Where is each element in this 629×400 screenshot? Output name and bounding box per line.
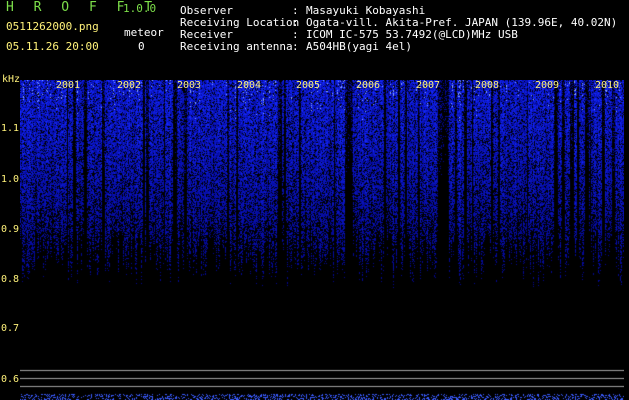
- y-tick-label: 0.6: [1, 374, 20, 385]
- year-label-2008: 2008: [475, 80, 500, 91]
- year-label-2004: 2004: [237, 80, 262, 91]
- observation-datetime: 05.11.26 20:00: [6, 40, 99, 53]
- image-filename: 0511262000.png: [6, 20, 99, 33]
- y-tick-label: 0.8: [1, 274, 20, 285]
- info-row-antenna: Receiving antenna: A504HB(yagi 4el): [180, 40, 412, 53]
- info-separator: :: [292, 40, 299, 53]
- year-label-2009: 2009: [535, 80, 560, 91]
- app-version: 1.0.0: [123, 2, 157, 15]
- y-tick-label: 1.1: [1, 123, 20, 134]
- y-tick-label: 0.9: [1, 224, 20, 235]
- year-label-2005: 2005: [296, 80, 321, 91]
- hroffft-window: H R O F F T 1.0.0 0511262000.png meteor …: [0, 0, 629, 400]
- info-value: A504HB(yagi 4el): [306, 40, 412, 53]
- y-tick-label: 1.0: [1, 174, 20, 185]
- spectrogram-canvas: [20, 80, 624, 400]
- year-label-2002: 2002: [117, 80, 142, 91]
- year-label-2006: 2006: [356, 80, 381, 91]
- meteor-count: 0: [138, 40, 145, 53]
- info-key: Receiving antenna: [180, 40, 293, 53]
- frequency-axis: 1.1 1.0 0.9 0.8 0.7 0.6: [0, 80, 20, 400]
- year-label-2003: 2003: [177, 80, 202, 91]
- meteor-label: meteor: [124, 26, 164, 39]
- y-tick-label: 0.7: [1, 323, 20, 334]
- year-label-2001: 2001: [56, 80, 81, 91]
- year-label-2010: 2010: [595, 80, 620, 91]
- frequency-unit-label: kHz: [2, 74, 21, 85]
- year-label-2007: 2007: [416, 80, 441, 91]
